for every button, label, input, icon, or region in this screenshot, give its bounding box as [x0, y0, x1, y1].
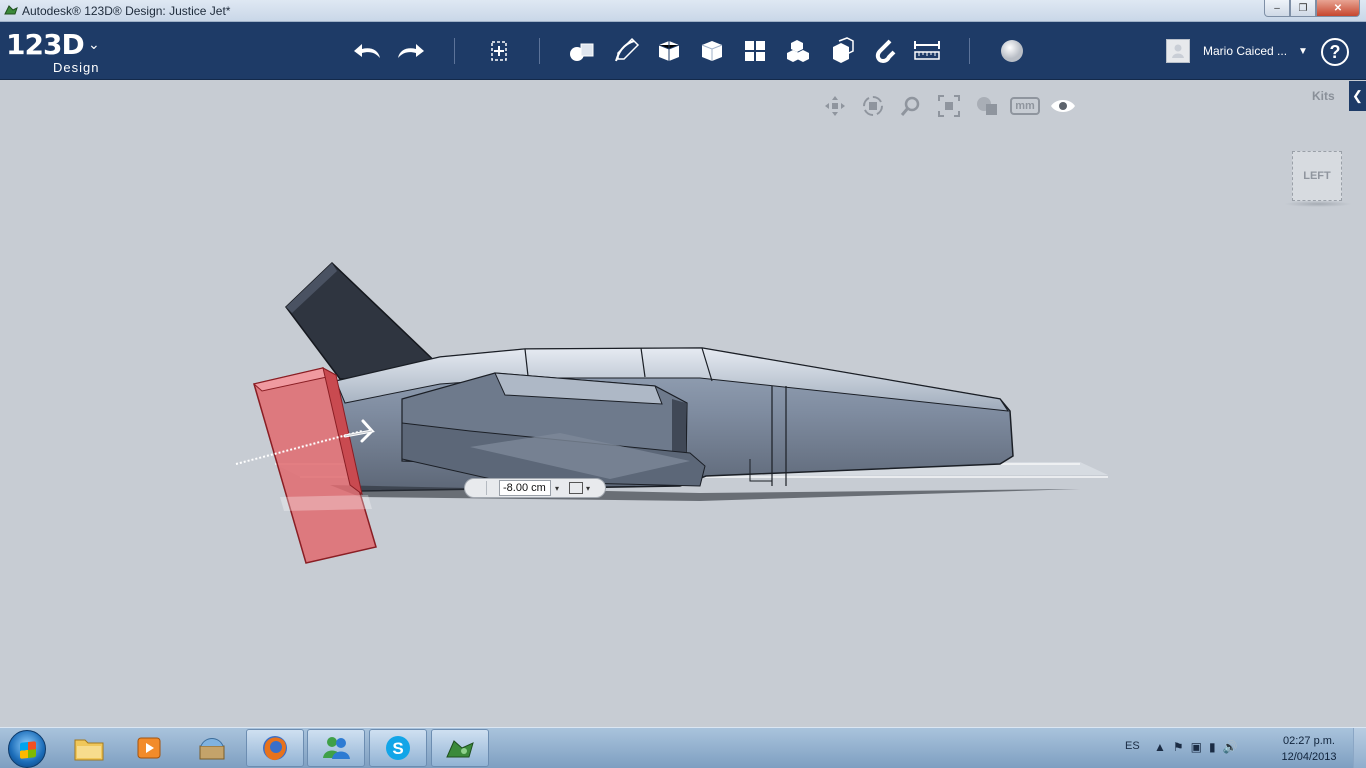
- show-hidden-icons-icon[interactable]: ▲: [1154, 740, 1166, 754]
- start-button[interactable]: [8, 730, 46, 768]
- kits-panel-toggle[interactable]: ❮: [1349, 81, 1366, 111]
- file-explorer-icon[interactable]: [60, 729, 118, 767]
- pan-icon[interactable]: [820, 93, 850, 119]
- network-icon[interactable]: ▮: [1209, 740, 1216, 754]
- 3d-viewport[interactable]: mm Kits ❮ LEFT -8.00 cm ▾ ▾: [0, 81, 1366, 727]
- grouping-icon[interactable]: [781, 36, 813, 66]
- units-label: mm: [1010, 97, 1040, 115]
- modify-icon[interactable]: [696, 36, 728, 66]
- avatar: [1166, 39, 1190, 63]
- system-clock[interactable]: 02:27 p.m. 12/04/2013: [1276, 733, 1342, 765]
- skype-icon[interactable]: S: [369, 729, 427, 767]
- navigation-bar: mm: [820, 93, 1078, 119]
- firefox-icon[interactable]: [246, 729, 304, 767]
- messenger-icon[interactable]: [307, 729, 365, 767]
- snap-option-icon[interactable]: [569, 482, 584, 494]
- user-name: Mario Caiced ...: [1203, 44, 1288, 58]
- action-center-icon[interactable]: ⚑: [1173, 740, 1184, 754]
- dimension-input[interactable]: -8.00 cm: [499, 480, 551, 496]
- toolbar-separator: [969, 38, 970, 64]
- toolbar-separator: [454, 38, 455, 64]
- material-icon[interactable]: [996, 36, 1028, 66]
- show-desktop-button[interactable]: [1353, 728, 1366, 768]
- window-controls: – ❐ ✕: [1264, 0, 1360, 18]
- maximize-button[interactable]: ❐: [1290, 0, 1316, 17]
- visual-style-icon[interactable]: [972, 93, 1002, 119]
- system-tray: ▲ ⚑ ▣ ▮ 🔊: [1154, 740, 1238, 754]
- measure-icon[interactable]: [911, 36, 943, 66]
- user-menu[interactable]: Mario Caiced ...: [1166, 38, 1287, 64]
- minimize-button[interactable]: –: [1264, 0, 1290, 17]
- main-toolbar: 123D ⌄ Design Mario Caiced ... ▼ ?: [0, 22, 1366, 80]
- construct-icon[interactable]: [653, 36, 685, 66]
- logo-text: 123D: [6, 28, 85, 61]
- sketch-icon[interactable]: [610, 36, 642, 66]
- undo-icon[interactable]: [352, 36, 384, 66]
- app-icon: [4, 5, 18, 15]
- combine-icon[interactable]: [825, 36, 857, 66]
- viewcube-shadow: [1284, 201, 1352, 207]
- cockpit-block[interactable]: [401, 372, 706, 487]
- media-player-icon[interactable]: [120, 729, 178, 767]
- close-button[interactable]: ✕: [1316, 0, 1360, 17]
- window-title: Autodesk® 123D® Design: Justice Jet*: [22, 4, 231, 18]
- redo-icon[interactable]: [394, 36, 426, 66]
- device-icon[interactable]: ▣: [1191, 740, 1202, 754]
- clock-date: 12/04/2013: [1281, 751, 1337, 763]
- dimension-dropdown-icon[interactable]: ▾: [555, 484, 559, 493]
- windows-taskbar: S ES ▲ ⚑ ▣ ▮ 🔊 02:27 p.m. 12/04/2013: [0, 727, 1366, 768]
- units-icon[interactable]: mm: [1010, 93, 1040, 119]
- 123d-design-icon[interactable]: [431, 729, 489, 767]
- window-titlebar: Autodesk® 123D® Design: Justice Jet* – ❐…: [0, 0, 1366, 22]
- snap-dropdown-icon[interactable]: ▾: [586, 484, 590, 493]
- user-menu-caret[interactable]: ▼: [1298, 46, 1308, 57]
- snap-icon[interactable]: [868, 36, 900, 66]
- clock-time: 02:27 p.m.: [1283, 735, 1335, 747]
- dimension-input-widget: -8.00 cm ▾ ▾: [464, 478, 606, 498]
- volume-icon[interactable]: 🔊: [1223, 740, 1238, 754]
- language-indicator[interactable]: ES: [1125, 740, 1140, 752]
- toolbar-separator: [539, 38, 540, 64]
- model-canvas[interactable]: [0, 81, 1366, 727]
- kits-label[interactable]: Kits: [1312, 89, 1335, 103]
- drag-grip-icon[interactable]: [471, 481, 487, 495]
- archive-icon[interactable]: [183, 729, 241, 767]
- pattern-icon[interactable]: [739, 36, 771, 66]
- transform-icon[interactable]: [483, 36, 515, 66]
- logo-subtitle: Design: [53, 60, 100, 75]
- help-button[interactable]: ?: [1321, 38, 1349, 66]
- viewcube-face-label: LEFT: [1303, 170, 1331, 182]
- fit-icon[interactable]: [934, 93, 964, 119]
- orbit-icon[interactable]: [858, 93, 888, 119]
- zoom-icon[interactable]: [896, 93, 926, 119]
- app-menu-button[interactable]: 123D ⌄ Design: [6, 28, 100, 75]
- viewcube[interactable]: LEFT: [1292, 151, 1342, 201]
- primitives-icon[interactable]: [566, 36, 598, 66]
- chevron-down-icon: ⌄: [88, 36, 100, 52]
- svg-text:S: S: [392, 739, 403, 758]
- visibility-icon[interactable]: [1048, 93, 1078, 119]
